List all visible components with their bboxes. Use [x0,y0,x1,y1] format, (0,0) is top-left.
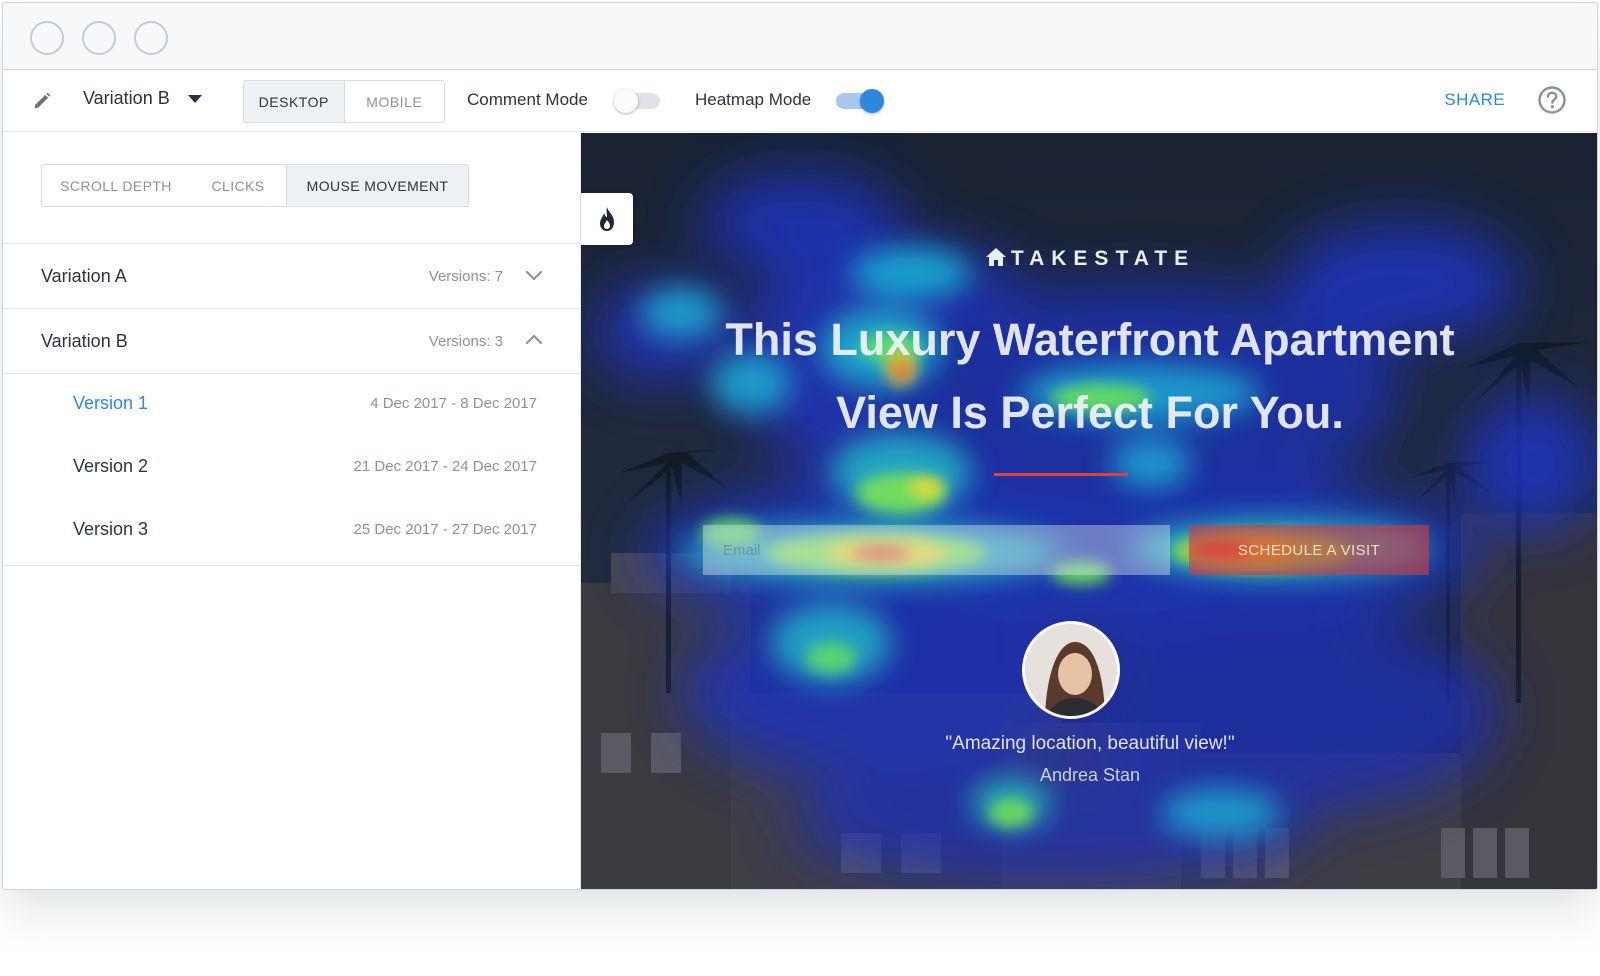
mobile-tab[interactable]: MOBILE [344,81,444,122]
heatmap-flame-button[interactable] [581,193,633,245]
house-icon [985,248,1006,266]
versions-count: Versions: 3 [428,333,503,350]
flame-icon [600,207,614,231]
window-minimize-button[interactable] [82,21,116,55]
title-bar [3,3,1597,70]
main-content: SCROLL DEPTH CLICKS MOUSE MOVEMENT Varia… [3,133,1597,889]
schedule-visit-button[interactable]: SCHEDULE A VISIT [1189,525,1429,575]
divider [3,565,581,566]
desktop-tab[interactable]: DESKTOP [244,81,345,122]
headline-line-2: View Is Perfect For You. [836,387,1344,438]
caret-down-icon [187,94,202,103]
variation-name: Variation A [41,266,127,286]
avatar [1022,621,1120,719]
app-window: Variation B DESKTOP MOBILE Comment Mode … [2,2,1598,890]
testimonial-author: Andrea Stan [1039,765,1141,785]
version-row-2[interactable]: Version 2 21 Dec 2017 - 24 Dec 2017 [3,437,581,497]
share-button[interactable]: SHARE [1444,90,1505,110]
sidebar: SCROLL DEPTH CLICKS MOUSE MOVEMENT Varia… [3,133,581,889]
version-name: Version 2 [73,456,149,476]
variation-row-a[interactable]: Variation A Versions: 7 [3,243,581,308]
toggle-knob [614,89,638,113]
chevron-up-icon[interactable] [525,331,543,349]
question-circle-icon[interactable] [1537,85,1567,115]
accent-divider [994,473,1128,476]
pencil-icon[interactable] [31,90,53,112]
version-name: Version 1 [73,393,149,413]
heatmap-preview: TAKESTATE This Luxury Waterfront Apartme… [581,133,1597,889]
tab-mouse-movement[interactable]: MOUSE MOVEMENT [286,165,468,206]
version-row-1[interactable]: Version 1 4 Dec 2017 - 8 Dec 2017 [3,374,581,434]
comment-mode-label: Comment Mode [467,90,588,109]
variation-name: Variation B [41,331,128,351]
variation-row-b[interactable]: Variation B Versions: 3 [3,308,581,373]
heatmap-mode-label: Heatmap Mode [695,90,812,109]
toolbar: Variation B DESKTOP MOBILE Comment Mode … [3,70,1597,132]
brand-name: TAKESTATE [1010,247,1196,270]
hero-headline: This Luxury Waterfront Apartment View Is… [581,303,1597,449]
variation-dropdown[interactable]: Variation B [83,88,202,109]
brand-logo: TAKESTATE [581,247,1597,271]
metric-tabs: SCROLL DEPTH CLICKS MOUSE MOVEMENT [41,164,469,207]
headline-line-1: This Luxury Waterfront Apartment [725,314,1455,365]
version-row-3[interactable]: Version 3 25 Dec 2017 - 27 Dec 2017 [3,500,581,560]
version-dates: 21 Dec 2017 - 24 Dec 2017 [353,458,537,475]
email-input[interactable]: Email [703,525,1170,575]
version-dates: 25 Dec 2017 - 27 Dec 2017 [353,521,537,538]
versions-count: Versions: 7 [428,268,503,285]
heatmap-mode-toggle[interactable] [836,89,884,113]
testimonial-quote: "Amazing location, beautiful view!" [945,733,1235,754]
version-name: Version 3 [73,519,149,539]
tab-clicks[interactable]: CLICKS [190,165,286,206]
window-maximize-button[interactable] [134,21,168,55]
toggle-knob [860,89,884,113]
version-dates: 4 Dec 2017 - 8 Dec 2017 [370,395,537,412]
device-toggle: DESKTOP MOBILE [243,80,445,123]
comment-mode-toggle[interactable] [614,89,662,113]
chevron-down-icon[interactable] [525,266,543,284]
variation-dropdown-label: Variation B [83,88,170,108]
window-close-button[interactable] [30,21,64,55]
tab-scroll-depth[interactable]: SCROLL DEPTH [42,165,190,206]
